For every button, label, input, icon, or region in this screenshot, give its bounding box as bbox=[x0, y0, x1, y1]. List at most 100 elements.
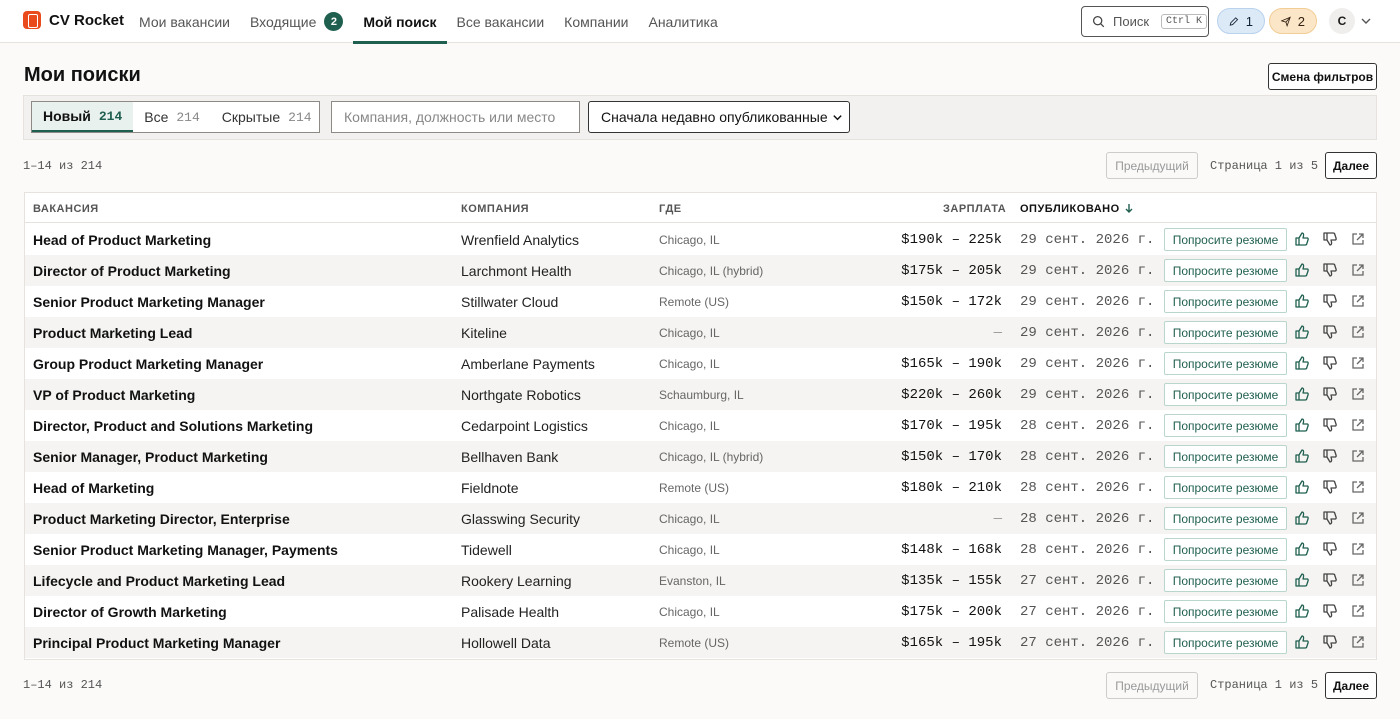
request-resume-button[interactable]: Попросите резюме bbox=[1164, 228, 1287, 251]
external-link-icon[interactable] bbox=[1351, 480, 1365, 494]
job-title[interactable]: Lifecycle and Product Marketing Lead bbox=[33, 565, 285, 596]
external-link-icon[interactable] bbox=[1351, 604, 1365, 618]
chevron-down-icon[interactable] bbox=[1360, 15, 1372, 27]
table-row[interactable]: Product Marketing Director, Enterprise Gl… bbox=[25, 503, 1376, 534]
avatar[interactable]: C bbox=[1329, 8, 1355, 34]
thumbs-down-icon[interactable] bbox=[1322, 448, 1338, 464]
thumbs-up-icon[interactable] bbox=[1294, 541, 1310, 557]
thumbs-down-icon[interactable] bbox=[1322, 417, 1338, 433]
external-link-icon[interactable] bbox=[1351, 263, 1365, 277]
thumbs-up-icon[interactable] bbox=[1294, 634, 1310, 650]
request-resume-button[interactable]: Попросите резюме bbox=[1164, 383, 1287, 406]
column-header-title[interactable]: ВАКАНСИЯ bbox=[33, 203, 99, 215]
request-resume-button[interactable]: Попросите резюме bbox=[1164, 600, 1287, 623]
external-link-icon[interactable] bbox=[1351, 418, 1365, 432]
sent-pill[interactable]: 2 bbox=[1269, 8, 1317, 34]
thumbs-up-icon[interactable] bbox=[1294, 324, 1310, 340]
nav-inbox[interactable]: Входящие 2 bbox=[240, 0, 353, 43]
thumbs-down-icon[interactable] bbox=[1322, 572, 1338, 588]
tab-all[interactable]: Все 214 bbox=[133, 102, 211, 132]
external-link-icon[interactable] bbox=[1351, 511, 1365, 525]
table-row[interactable]: Senior Manager, Product Marketing Bellhav… bbox=[25, 441, 1376, 472]
thumbs-up-icon[interactable] bbox=[1294, 231, 1310, 247]
table-row[interactable]: Director, Product and Solutions Marketin… bbox=[25, 410, 1376, 441]
external-link-icon[interactable] bbox=[1351, 635, 1365, 649]
thumbs-up-icon[interactable] bbox=[1294, 572, 1310, 588]
thumbs-down-icon[interactable] bbox=[1322, 262, 1338, 278]
column-header-salary[interactable]: ЗАРПЛАТА bbox=[943, 203, 1006, 215]
filter-search-input[interactable] bbox=[331, 101, 580, 133]
next-page-button[interactable]: Далее bbox=[1325, 672, 1377, 699]
global-search-button[interactable]: Поиск Ctrl K bbox=[1081, 6, 1209, 37]
tab-new[interactable]: Новый 214 bbox=[32, 102, 134, 132]
column-header-company[interactable]: КОМПАНИЯ bbox=[461, 203, 529, 215]
request-resume-button[interactable]: Попросите резюме bbox=[1164, 631, 1287, 654]
request-resume-button[interactable]: Попросите резюме bbox=[1164, 476, 1287, 499]
request-resume-button[interactable]: Попросите резюме bbox=[1164, 321, 1287, 344]
external-link-icon[interactable] bbox=[1351, 573, 1365, 587]
job-title[interactable]: Senior Product Marketing Manager bbox=[33, 286, 265, 317]
nav-my-vacancies[interactable]: Мои вакансии bbox=[129, 0, 240, 43]
sort-select[interactable]: Сначала недавно опубликованные bbox=[588, 101, 850, 133]
thumbs-down-icon[interactable] bbox=[1322, 510, 1338, 526]
job-title[interactable]: Product Marketing Lead bbox=[33, 317, 192, 348]
table-row[interactable]: Head of Product Marketing Wrenfield Analy… bbox=[25, 224, 1376, 255]
job-title[interactable]: Director of Growth Marketing bbox=[33, 596, 227, 627]
external-link-icon[interactable] bbox=[1351, 325, 1365, 339]
nav-my-search[interactable]: Мой поиск bbox=[353, 0, 447, 44]
thumbs-up-icon[interactable] bbox=[1294, 417, 1310, 433]
request-resume-button[interactable]: Попросите резюме bbox=[1164, 414, 1287, 437]
table-row[interactable]: Product Marketing Lead Kiteline Chicago, I… bbox=[25, 317, 1376, 348]
thumbs-up-icon[interactable] bbox=[1294, 448, 1310, 464]
external-link-icon[interactable] bbox=[1351, 232, 1365, 246]
next-page-button[interactable]: Далее bbox=[1325, 152, 1377, 179]
request-resume-button[interactable]: Попросите резюме bbox=[1164, 538, 1287, 561]
table-row[interactable]: Director of Growth Marketing Palisade Hea… bbox=[25, 596, 1376, 627]
request-resume-button[interactable]: Попросите резюме bbox=[1164, 445, 1287, 468]
table-row[interactable]: Head of Marketing Fieldnote Remote (US) $18… bbox=[25, 472, 1376, 503]
nav-companies[interactable]: Компании bbox=[554, 0, 638, 43]
nav-analytics[interactable]: Аналитика bbox=[638, 0, 727, 43]
thumbs-down-icon[interactable] bbox=[1322, 603, 1338, 619]
thumbs-up-icon[interactable] bbox=[1294, 386, 1310, 402]
column-header-location[interactable]: ГДЕ bbox=[659, 203, 682, 215]
table-row[interactable]: Lifecycle and Product Marketing Lead Rook… bbox=[25, 565, 1376, 596]
edits-pill[interactable]: 1 bbox=[1217, 8, 1265, 34]
thumbs-down-icon[interactable] bbox=[1322, 541, 1338, 557]
thumbs-down-icon[interactable] bbox=[1322, 634, 1338, 650]
change-filters-button[interactable]: Смена фильтров bbox=[1268, 63, 1377, 90]
job-title[interactable]: Head of Product Marketing bbox=[33, 224, 211, 255]
tab-hidden[interactable]: Скрытые 214 bbox=[211, 102, 323, 132]
thumbs-down-icon[interactable] bbox=[1322, 355, 1338, 371]
external-link-icon[interactable] bbox=[1351, 294, 1365, 308]
table-row[interactable]: Senior Product Marketing Manager Stillwat… bbox=[25, 286, 1376, 317]
thumbs-up-icon[interactable] bbox=[1294, 262, 1310, 278]
job-title[interactable]: Director, Product and Solutions Marketin… bbox=[33, 410, 313, 441]
table-row[interactable]: Senior Product Marketing Manager, Paymen… bbox=[25, 534, 1376, 565]
thumbs-down-icon[interactable] bbox=[1322, 293, 1338, 309]
job-title[interactable]: Product Marketing Director, Enterprise bbox=[33, 503, 290, 534]
thumbs-down-icon[interactable] bbox=[1322, 479, 1338, 495]
brand[interactable]: CV Rocket bbox=[23, 11, 124, 29]
external-link-icon[interactable] bbox=[1351, 387, 1365, 401]
table-row[interactable]: Principal Product Marketing Manager Hollo… bbox=[25, 627, 1376, 658]
job-title[interactable]: Principal Product Marketing Manager bbox=[33, 627, 280, 658]
column-header-published[interactable]: ОПУБЛИКОВАНО bbox=[1020, 203, 1134, 215]
request-resume-button[interactable]: Попросите резюме bbox=[1164, 290, 1287, 313]
job-title[interactable]: VP of Product Marketing bbox=[33, 379, 195, 410]
table-row[interactable]: Director of Product Marketing Larchmont H… bbox=[25, 255, 1376, 286]
thumbs-up-icon[interactable] bbox=[1294, 355, 1310, 371]
request-resume-button[interactable]: Попросите резюме bbox=[1164, 507, 1287, 530]
thumbs-down-icon[interactable] bbox=[1322, 324, 1338, 340]
thumbs-down-icon[interactable] bbox=[1322, 386, 1338, 402]
table-row[interactable]: VP of Product Marketing Northgate Robotic… bbox=[25, 379, 1376, 410]
request-resume-button[interactable]: Попросите резюме bbox=[1164, 259, 1287, 282]
table-row[interactable]: Group Product Marketing Manager Amberlane… bbox=[25, 348, 1376, 379]
request-resume-button[interactable]: Попросите резюме bbox=[1164, 352, 1287, 375]
external-link-icon[interactable] bbox=[1351, 356, 1365, 370]
external-link-icon[interactable] bbox=[1351, 449, 1365, 463]
nav-all-vacancies[interactable]: Все вакансии bbox=[447, 0, 555, 43]
thumbs-up-icon[interactable] bbox=[1294, 479, 1310, 495]
job-title[interactable]: Group Product Marketing Manager bbox=[33, 348, 263, 379]
thumbs-up-icon[interactable] bbox=[1294, 293, 1310, 309]
